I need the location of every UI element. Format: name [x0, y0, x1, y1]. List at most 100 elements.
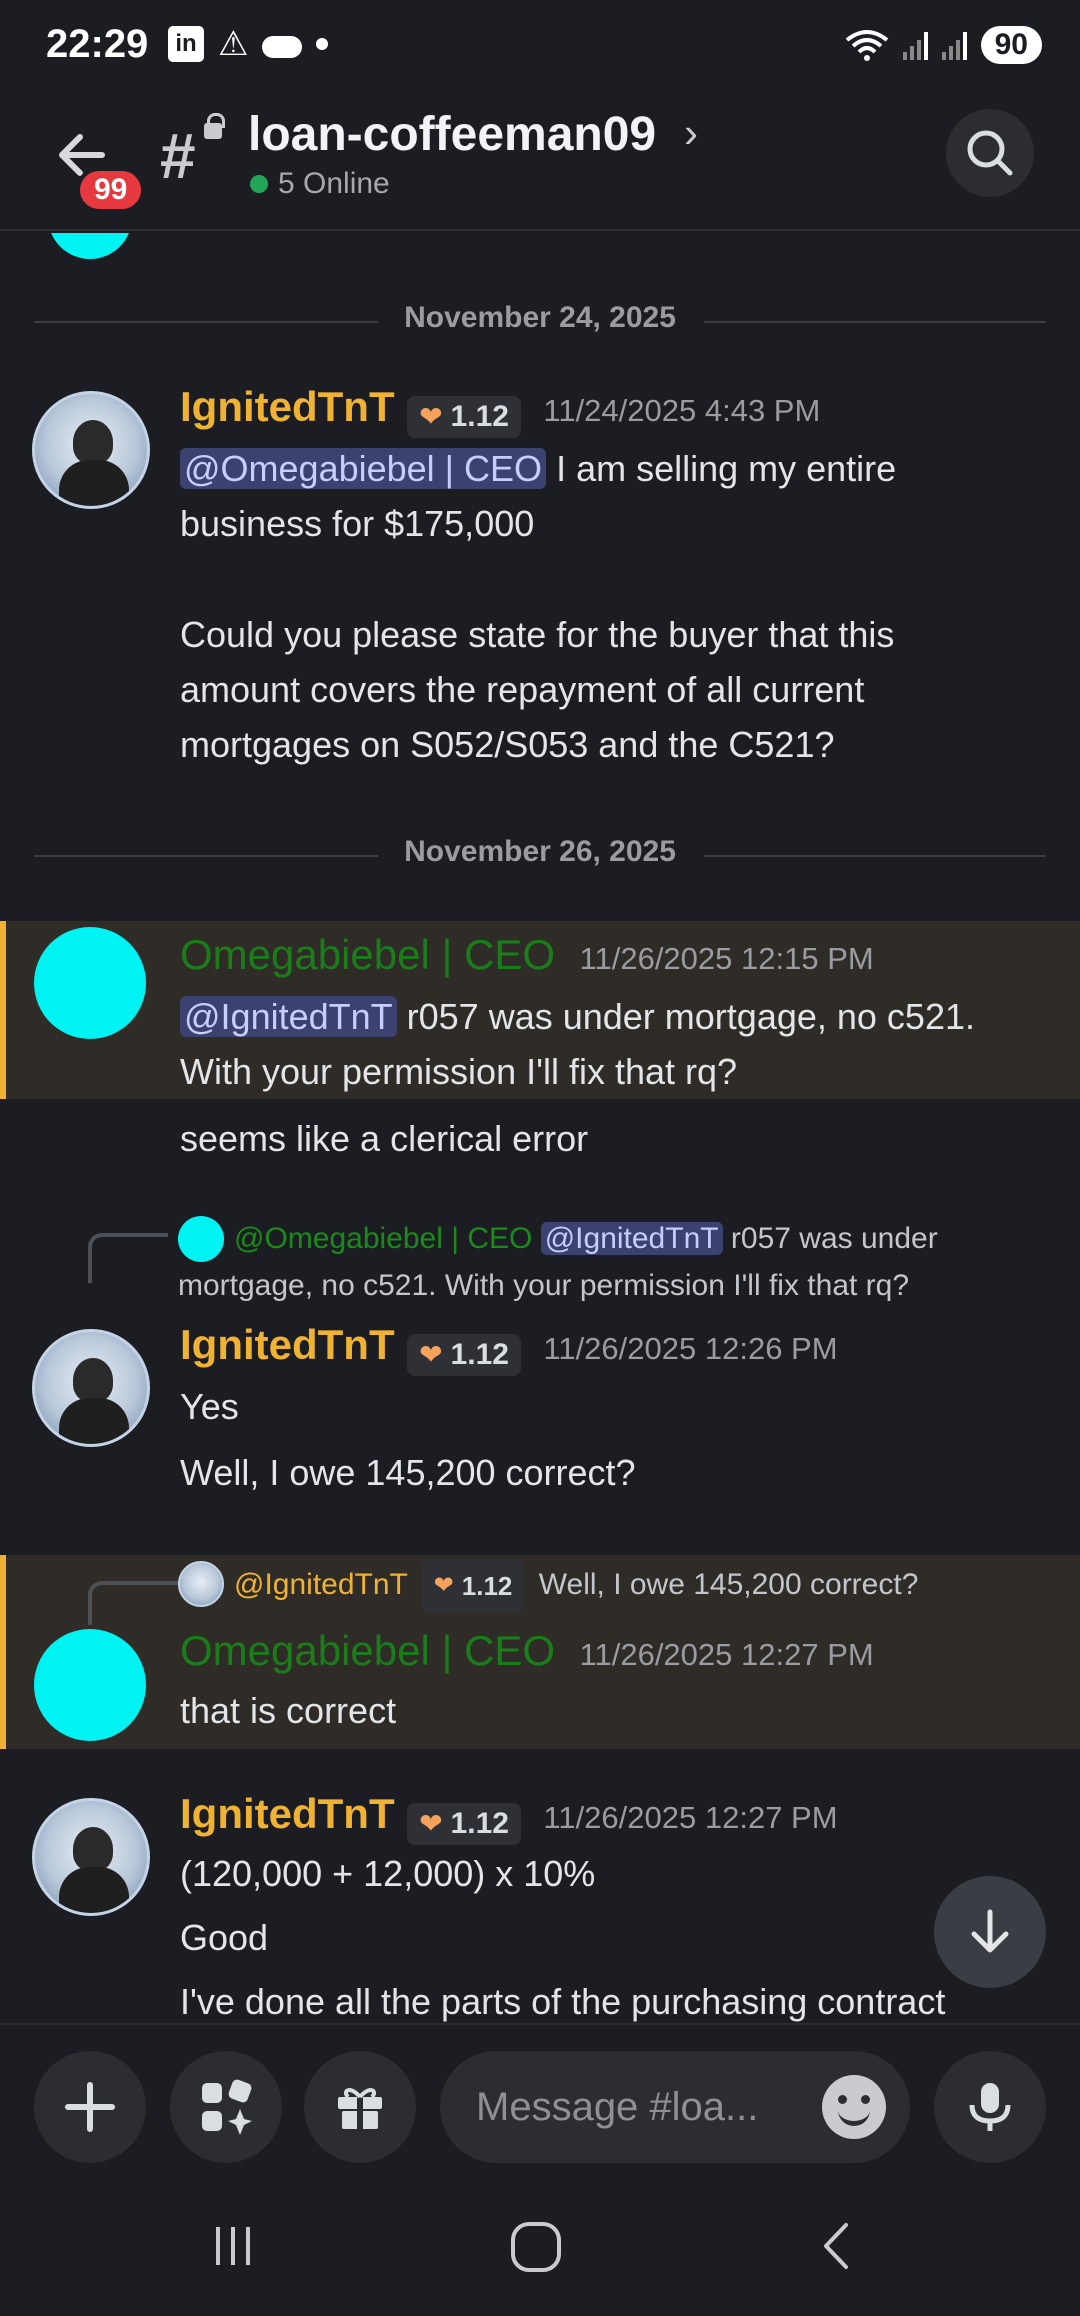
- message-text: @Omegabiebel | CEO I am selling my entir…: [180, 441, 896, 496]
- linkedin-icon: in: [168, 26, 204, 62]
- gift-button[interactable]: [304, 2051, 416, 2163]
- user-mention[interactable]: @Omegabiebel | CEO: [180, 448, 547, 489]
- date-divider: November 24, 2025: [34, 301, 1046, 341]
- username[interactable]: Omegabiebel | CEO: [180, 931, 555, 978]
- microphone-icon: [969, 2083, 1011, 2131]
- online-dot-icon: [250, 175, 268, 193]
- message-input-placeholder: Message #loa...: [476, 2085, 759, 2129]
- date-divider-label: November 24, 2025: [384, 301, 696, 334]
- add-attachment-button[interactable]: [34, 2051, 146, 2163]
- message-text: Good: [180, 1917, 269, 1958]
- message-text: that is correct: [180, 1690, 397, 1731]
- gift-icon: [338, 2088, 382, 2129]
- message-text: amount covers the repayment of all curre…: [180, 669, 865, 710]
- status-time: 22:29: [46, 22, 149, 66]
- voice-message-button[interactable]: [934, 2051, 1046, 2163]
- message-text: Yes: [180, 1386, 239, 1427]
- timestamp: 11/26/2025 12:26 PM: [543, 1331, 838, 1366]
- avatar[interactable]: [34, 927, 146, 1039]
- unread-badge: 99: [76, 167, 146, 213]
- avatar[interactable]: [32, 391, 150, 509]
- avatar[interactable]: [34, 1629, 146, 1741]
- reply-connector: [88, 1233, 168, 1283]
- message-highlighted[interactable]: Omegabiebel | CEO 11/26/2025 12:15 PM @I…: [0, 921, 1080, 1099]
- channel-header: 99 # loan-coffeeman09 › 5 Online: [0, 95, 1080, 231]
- avatar[interactable]: [32, 1798, 150, 1916]
- signal-2-icon: [941, 30, 967, 60]
- status-bar: 22:29 in ⚠ 90: [0, 0, 1080, 95]
- reply-preview-text: mortgage, no c521. With your permission …: [178, 1269, 910, 1302]
- user-mention[interactable]: @IgnitedTnT: [180, 996, 397, 1037]
- channel-hash-icon: #: [160, 120, 196, 192]
- role-badge: ❤ 1.12: [421, 1559, 525, 1613]
- message-text: (120,000 + 12,000) x 10%: [180, 1853, 596, 1894]
- reply-connector: [88, 1581, 180, 1625]
- chevron-right-icon[interactable]: ›: [684, 109, 698, 157]
- message-text: With your permission I'll fix that rq?: [180, 1051, 738, 1092]
- timestamp: 11/24/2025 4:43 PM: [543, 393, 821, 428]
- reply-avatar: [178, 1216, 224, 1262]
- role-badge: ❤ 1.12: [407, 395, 521, 438]
- message-text: business for $175,000: [180, 503, 535, 544]
- username[interactable]: IgnitedTnT: [180, 1790, 395, 1837]
- username[interactable]: Omegabiebel | CEO: [180, 1627, 555, 1674]
- username[interactable]: IgnitedTnT: [180, 1321, 395, 1368]
- signal-1-icon: [902, 30, 928, 60]
- search-button[interactable]: [946, 109, 1034, 197]
- message-text: Well, I owe 145,200 correct?: [180, 1452, 636, 1493]
- message[interactable]: IgnitedTnT ❤ 1.12 11/26/2025 12:26 PM Yes…: [0, 1321, 1080, 1521]
- reply-avatar: [178, 1561, 224, 1607]
- message-highlighted[interactable]: @IgnitedTnT ❤ 1.12 Well, I owe 145,200 co…: [0, 1555, 1080, 1749]
- home-icon[interactable]: [508, 2219, 564, 2275]
- channel-title[interactable]: loan-coffeeman09: [248, 107, 656, 162]
- message-list[interactable]: November 24, 2025 IgnitedTnT ❤ 1.12 11/24…: [0, 233, 1080, 2023]
- message-text: Could you please state for the buyer tha…: [180, 614, 895, 655]
- search-icon: [967, 130, 1013, 176]
- jump-to-bottom-button[interactable]: [934, 1876, 1046, 1988]
- apps-button[interactable]: [170, 2051, 282, 2163]
- username[interactable]: IgnitedTnT: [180, 383, 395, 430]
- apps-icon: [202, 2079, 252, 2135]
- date-divider-label: November 26, 2025: [384, 835, 696, 868]
- role-badge: ❤ 1.12: [407, 1333, 521, 1376]
- timestamp: 11/26/2025 12:27 PM: [543, 1800, 838, 1835]
- lock-icon: [204, 113, 225, 139]
- reply-username: @Omegabiebel | CEO: [234, 1222, 533, 1255]
- warning-icon: ⚠: [218, 25, 249, 63]
- reply-username: @IgnitedTnT: [234, 1567, 408, 1601]
- heart-icon: ❤: [419, 401, 443, 433]
- notification-dot-icon: [316, 38, 329, 50]
- message-text: mortgages on S052/S053 and the C521?: [180, 724, 835, 765]
- user-mention: @IgnitedTnT: [540, 1222, 723, 1255]
- message-text: seems like a clerical error: [180, 1118, 589, 1159]
- emoji-icon[interactable]: [822, 2075, 886, 2139]
- arrow-down-icon: [971, 1909, 1009, 1953]
- online-status: 5 Online: [250, 167, 390, 201]
- role-badge: ❤ 1.12: [407, 1802, 521, 1845]
- plus-icon: [65, 2082, 115, 2132]
- back-icon[interactable]: [814, 2221, 864, 2271]
- heart-icon: ❤: [433, 1572, 454, 1599]
- avatar[interactable]: [32, 1329, 150, 1447]
- battery-indicator: 90: [980, 26, 1042, 64]
- reply-preview[interactable]: @Omegabiebel | CEO @IgnitedTnT r057 was …: [234, 1216, 938, 1262]
- message-text: I've done all the parts of the purchasin…: [180, 1981, 946, 2022]
- system-nav-bar: [0, 2183, 1080, 2316]
- message[interactable]: IgnitedTnT ❤ 1.12 11/24/2025 4:43 PM @Ome…: [0, 383, 1080, 765]
- message-composer: Message #loa...: [0, 2023, 1080, 2183]
- date-divider: November 26, 2025: [34, 835, 1046, 875]
- avatar[interactable]: [48, 233, 132, 259]
- timestamp: 11/26/2025 12:27 PM: [579, 1637, 874, 1672]
- reply-preview[interactable]: @IgnitedTnT ❤ 1.12 Well, I owe 145,200 co…: [234, 1559, 918, 1613]
- reply-text: Well, I owe 145,200 correct?: [538, 1567, 919, 1601]
- recent-apps-icon[interactable]: [208, 2221, 258, 2271]
- wifi-icon: [845, 30, 888, 61]
- cloud-icon: [262, 36, 303, 58]
- heart-icon: ❤: [419, 1808, 443, 1840]
- timestamp: 11/26/2025 12:15 PM: [579, 941, 874, 976]
- online-count: 5 Online: [278, 167, 390, 200]
- message[interactable]: IgnitedTnT ❤ 1.12 11/26/2025 12:27 PM (12…: [0, 1790, 1080, 2023]
- heart-icon: ❤: [419, 1339, 443, 1371]
- message-input[interactable]: Message #loa...: [440, 2051, 910, 2163]
- message-text: @IgnitedTnT r057 was under mortgage, no …: [180, 989, 975, 1044]
